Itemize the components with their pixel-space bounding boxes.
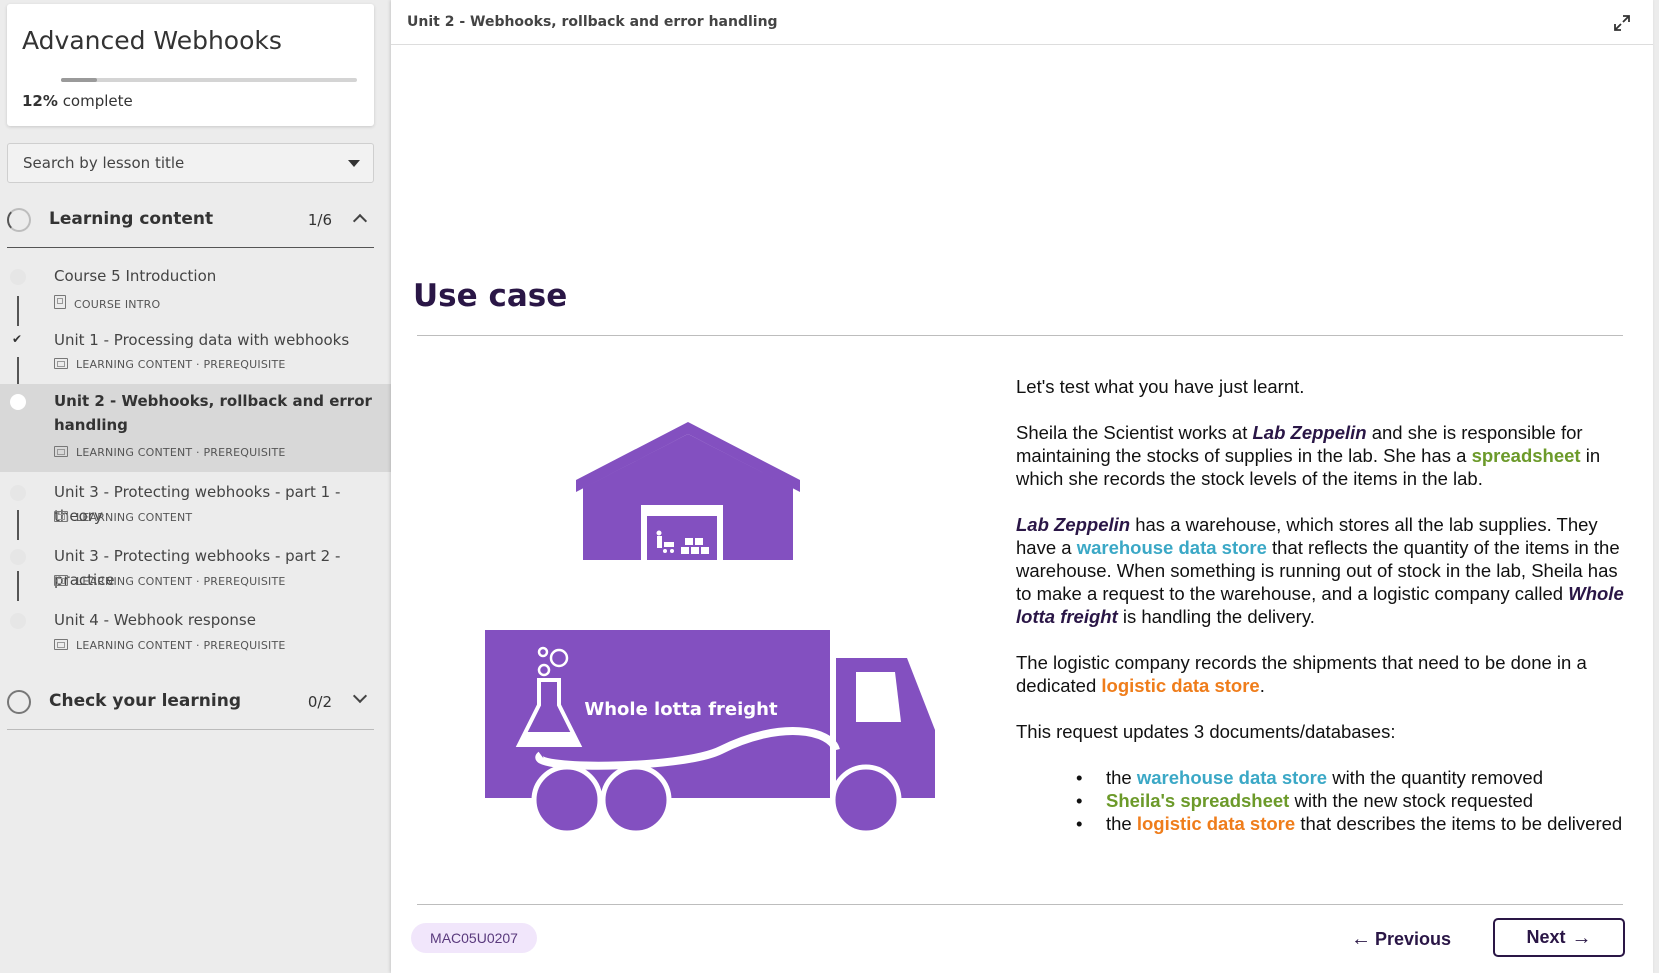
lesson-item[interactable]: Unit 3 - Protecting webhooks - part 1 - … (0, 476, 391, 536)
next-button[interactable]: Next → (1493, 918, 1625, 957)
lesson-meta: LEARNING CONTENT (54, 511, 192, 524)
section-label: Learning content (49, 209, 214, 229)
list-item: Sheila's spreadsheet with the new stock … (1076, 789, 1636, 812)
previous-label: Previous (1375, 928, 1452, 949)
search-placeholder: Search by lesson title (23, 154, 185, 172)
progress-ring-icon (7, 690, 31, 714)
section-label: Check your learning (49, 691, 241, 711)
expand-icon[interactable] (1613, 14, 1631, 32)
status-dot (10, 485, 26, 501)
lesson-title: Course 5 Introduction (54, 267, 217, 285)
paragraph-warehouse: Lab Zeppelin has a warehouse, which stor… (1016, 514, 1624, 627)
check-icon: ✔ (12, 332, 23, 346)
lesson-title: Unit 1 - Processing data with webhooks (54, 331, 350, 349)
lesson-content-panel: Unit 2 - Webhooks, rollback and error ha… (391, 0, 1653, 973)
course-title: Advanced Webhooks (22, 26, 282, 55)
truck-label: Whole lotta freight (584, 699, 778, 720)
previous-button[interactable]: ← Previous (1351, 925, 1451, 953)
keyword-lab-zeppelin: Lab Zeppelin (1016, 514, 1131, 535)
paragraph-sheila: Sheila the Scientist works at Lab Zeppel… (1016, 422, 1601, 489)
progress-percent: 12% (22, 92, 58, 110)
section-divider (7, 729, 374, 730)
slide-body-text: Let's test what you have just learnt. Sh… (1016, 375, 1636, 835)
chevron-up-icon (352, 213, 368, 229)
arrow-left-icon: ← (1351, 928, 1371, 950)
section-learning-content[interactable]: Learning content 1/6 (7, 195, 374, 245)
list-item: the warehouse data store with the quanti… (1076, 766, 1636, 789)
section-check-your-learning[interactable]: Check your learning 0/2 (7, 677, 374, 727)
caret-down-icon (348, 160, 360, 167)
slide-divider (417, 335, 1623, 336)
progress-text: 12% complete (22, 92, 133, 110)
slides-icon (54, 639, 68, 650)
lesson-topbar: Unit 2 - Webhooks, rollback and error ha… (391, 0, 1653, 45)
lesson-meta: LEARNING CONTENT · PREREQUISITE (54, 446, 286, 459)
progress-ring-icon (7, 208, 31, 232)
lesson-code-badge: MAC05U0207 (411, 923, 537, 953)
slides-icon (54, 511, 68, 522)
breadcrumb: Unit 2 - Webhooks, rollback and error ha… (407, 14, 778, 30)
lesson-title: Unit 4 - Webhook response (54, 611, 256, 629)
section-divider (7, 247, 374, 248)
arrow-right-icon: → (1571, 926, 1592, 949)
status-dot-current (10, 394, 26, 410)
updates-list: the warehouse data store with the quanti… (1076, 766, 1636, 835)
lesson-title: Unit 2 - Webhooks, rollback and error ha… (54, 392, 372, 434)
next-label: Next (1526, 927, 1566, 947)
course-progress-bar (61, 78, 357, 82)
paragraph-updates: This request updates 3 documents/databas… (1016, 721, 1396, 742)
slide-title: Use case (413, 278, 568, 314)
section-count: 1/6 (307, 211, 332, 229)
truck-icon: Whole lotta freight (485, 630, 935, 836)
status-dot (10, 269, 26, 285)
lesson-meta: LEARNING CONTENT · PREREQUISITE (54, 358, 286, 371)
list-item: the logistic data store that describes t… (1076, 812, 1636, 835)
course-progress-fill (61, 78, 97, 82)
keyword-lab-zeppelin: Lab Zeppelin (1252, 422, 1367, 443)
keyword-logistic-data-store: logistic data store (1101, 675, 1260, 696)
progress-suffix: complete (62, 92, 133, 110)
chevron-down-icon (352, 688, 368, 704)
keyword-spreadsheet: spreadsheet (1471, 445, 1581, 466)
warehouse-truck-illustration: Whole lotta freight (485, 422, 935, 836)
document-icon (54, 295, 66, 309)
paragraph-logistic: The logistic company records the shipmen… (1016, 652, 1587, 696)
warehouse-icon (576, 422, 800, 560)
course-sidebar: Advanced Webhooks 12% complete Search by… (0, 0, 391, 973)
slides-icon (54, 575, 68, 586)
lesson-item[interactable]: Unit 3 - Protecting webhooks - part 2 - … (0, 540, 391, 600)
keyword-warehouse-data-store: warehouse data store (1076, 537, 1267, 558)
lesson-item[interactable]: ✔ Unit 1 - Processing data with webhooks… (0, 324, 391, 384)
status-dot (10, 549, 26, 565)
course-header-card: Advanced Webhooks 12% complete (7, 4, 374, 126)
lesson-item-current[interactable]: Unit 2 - Webhooks, rollback and error ha… (0, 384, 391, 472)
section-count: 0/2 (307, 693, 332, 711)
lesson-meta: LEARNING CONTENT · PREREQUISITE (54, 639, 286, 652)
lesson-search-dropdown[interactable]: Search by lesson title (7, 143, 374, 183)
lesson-item[interactable]: Course 5 Introduction COURSE INTRO (0, 260, 391, 324)
lesson-item[interactable]: Unit 4 - Webhook response LEARNING CONTE… (0, 604, 391, 664)
lesson-meta: COURSE INTRO (54, 295, 160, 311)
slides-icon (54, 358, 68, 369)
status-dot (10, 613, 26, 629)
footer-divider (417, 904, 1623, 905)
lesson-meta: LEARNING CONTENT · PREREQUISITE (54, 575, 286, 588)
slides-icon (54, 446, 68, 457)
paragraph-intro: Let's test what you have just learnt. (1016, 376, 1305, 397)
